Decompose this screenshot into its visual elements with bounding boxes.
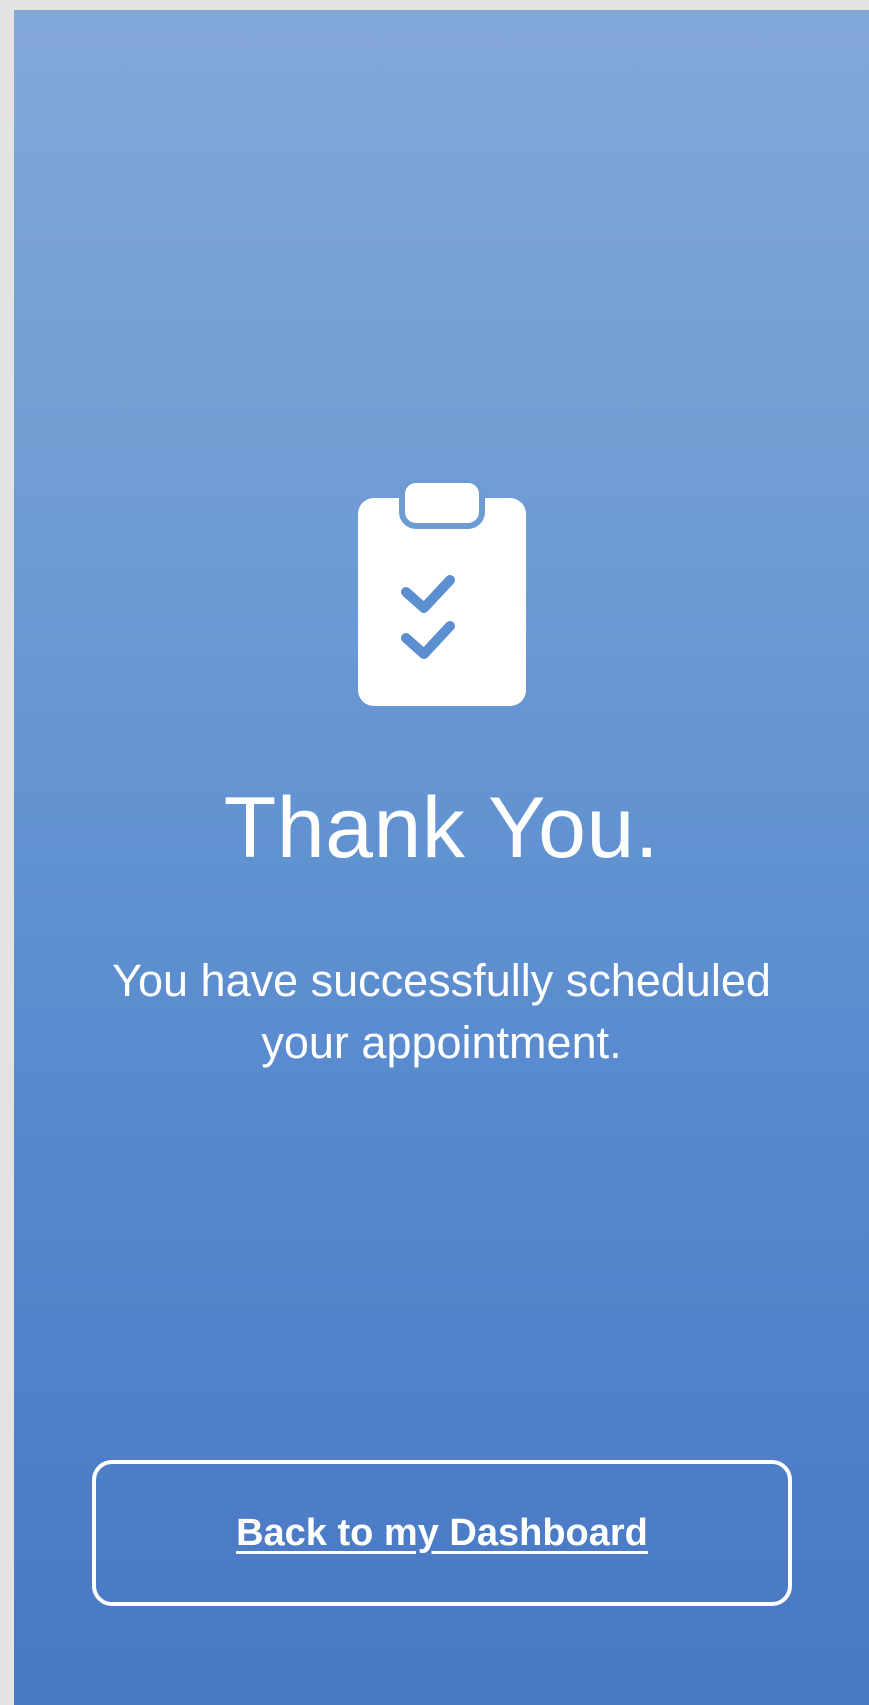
confirmation-screen: Thank You. You have successfully schedul… bbox=[14, 10, 869, 1705]
confirmation-message: You have successfully scheduled your app… bbox=[112, 955, 771, 1068]
back-to-dashboard-label: Back to my Dashboard bbox=[236, 1511, 648, 1554]
back-to-dashboard-button[interactable]: Back to my Dashboard bbox=[92, 1460, 792, 1606]
page-title: Thank You. bbox=[223, 780, 660, 876]
clipboard-check-icon bbox=[358, 480, 526, 706]
